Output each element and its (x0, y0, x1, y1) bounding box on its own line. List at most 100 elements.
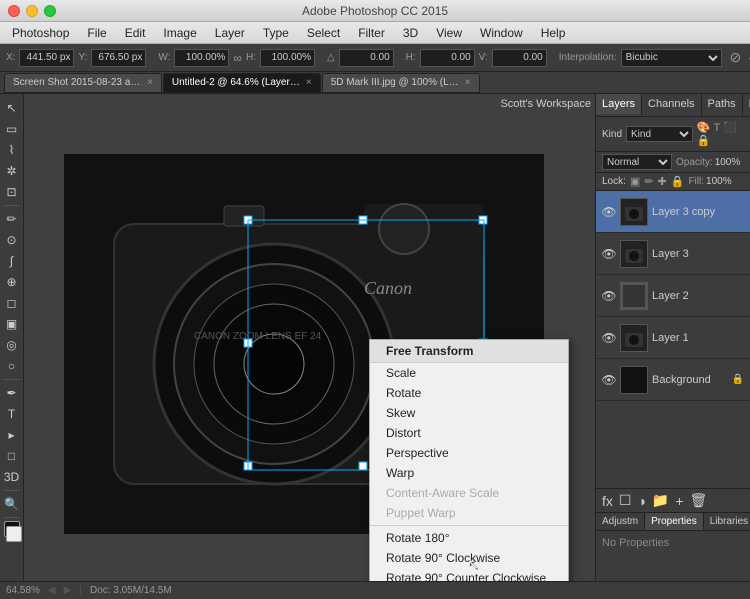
h-input[interactable] (260, 49, 315, 67)
tool-eyedropper[interactable]: ✏ (2, 209, 22, 229)
tool-background-color[interactable] (6, 526, 22, 542)
layer-fx-button[interactable]: fx (602, 493, 613, 509)
tab-layers[interactable]: Layers (596, 94, 642, 116)
menu-image[interactable]: Image (155, 24, 204, 42)
tab-untitled2[interactable]: Untitled-2 @ 64.6% (Layer 3 copy, RGB/8)… (163, 73, 321, 93)
tab-close[interactable]: × (306, 77, 312, 88)
layer-name-layer3: Layer 3 (652, 248, 744, 260)
menu-3d[interactable]: 3D (395, 24, 426, 42)
tool-blur[interactable]: ◎ (2, 335, 22, 355)
tool-shape[interactable]: □ (2, 446, 22, 466)
tool-dodge[interactable]: ○ (2, 356, 22, 376)
lock-move-icon[interactable]: ✚ (658, 175, 667, 188)
tool-move[interactable]: ↖ (2, 98, 22, 118)
ctx-perspective[interactable]: Perspective (370, 443, 568, 463)
tool-gradient[interactable]: ▣ (2, 314, 22, 334)
blend-mode-select[interactable]: Normal Multiply Screen (602, 154, 672, 170)
skewh-label: H: (406, 52, 416, 63)
layer-item-layer3[interactable]: 👁 Layer 3 (596, 233, 750, 275)
w-input[interactable] (174, 49, 229, 67)
tool-crop[interactable]: ⊡ (2, 182, 22, 202)
tool-magic-wand[interactable]: ✲ (2, 161, 22, 181)
menu-view[interactable]: View (428, 24, 470, 42)
menu-window[interactable]: Window (472, 24, 531, 42)
lock-transparent-icon[interactable]: ▣ (630, 175, 640, 188)
skewv-input[interactable] (492, 49, 547, 67)
menu-photoshop[interactable]: Photoshop (4, 24, 77, 42)
tab-channels[interactable]: Channels (642, 94, 701, 116)
tool-spot-heal[interactable]: ⊙ (2, 230, 22, 250)
ctx-rotate180[interactable]: Rotate 180° (370, 528, 568, 548)
interp-label: Interpolation: (559, 52, 617, 63)
zoom-step-back[interactable]: ◀ (48, 585, 56, 596)
ctx-skew[interactable]: Skew (370, 403, 568, 423)
menu-select[interactable]: Select (299, 24, 348, 42)
layer-mask-button[interactable]: ☐ (619, 492, 632, 509)
tab-label: Screen Shot 2015-08-23 at 3.17.09 PM.jpg… (13, 77, 143, 88)
panel-tabs: Layers Channels Paths History (596, 94, 750, 117)
layer-visibility-layer2[interactable]: 👁 (602, 289, 616, 303)
tool-zoom[interactable]: 🔍 (2, 494, 22, 514)
tab-close[interactable]: × (465, 77, 471, 88)
tab-libraries[interactable]: Libraries (704, 513, 750, 530)
menu-type[interactable]: Type (255, 24, 297, 42)
context-menu: Free Transform Scale Rotate Skew Distort… (369, 339, 569, 581)
rotation-input[interactable] (339, 49, 394, 67)
layer-adjustment-button[interactable]: ◑ (637, 493, 645, 509)
close-button[interactable] (8, 5, 20, 17)
tool-3d[interactable]: 3D (2, 467, 22, 487)
menu-layer[interactable]: Layer (207, 24, 253, 42)
layer-item-layer3copy[interactable]: 👁 Layer 3 copy (596, 191, 750, 233)
layer-visibility-layer3[interactable]: 👁 (602, 247, 616, 261)
tool-pen[interactable]: ✒ (2, 383, 22, 403)
tab-5dmark3[interactable]: 5D Mark III.jpg @ 100% (Layer 1, RGB/...… (322, 73, 480, 93)
menu-edit[interactable]: Edit (117, 24, 154, 42)
tab-paths[interactable]: Paths (702, 94, 743, 116)
properties-panel: Adjustm Properties Libraries Actions No … (596, 512, 750, 581)
y-input[interactable] (91, 49, 146, 67)
delete-layer-button[interactable]: 🗑 (690, 492, 708, 509)
tool-text[interactable]: T (2, 404, 22, 424)
interpolation-select[interactable]: Bicubic Bilinear Nearest Neighbor (621, 49, 722, 67)
tab-history[interactable]: History (743, 94, 750, 116)
skewh-input[interactable] (420, 49, 475, 67)
layer-visibility-background[interactable]: 👁 (602, 373, 616, 387)
tab-adjustments[interactable]: Adjustm (596, 513, 645, 530)
tool-select-rect[interactable]: ▭ (2, 119, 22, 139)
lock-all-icon[interactable]: 🔒 (671, 175, 685, 188)
tool-eraser[interactable]: ◻ (2, 293, 22, 313)
tool-brush[interactable]: ∫ (2, 251, 22, 271)
ctx-rotate90cw[interactable]: Rotate 90° Clockwise (370, 548, 568, 568)
ctx-scale[interactable]: Scale (370, 363, 568, 383)
layer-visibility-layer3copy[interactable]: 👁 (602, 205, 616, 219)
x-input[interactable] (19, 49, 74, 67)
tab-screenshot[interactable]: Screen Shot 2015-08-23 at 3.17.09 PM.jpg… (4, 73, 162, 93)
cancel-transform-icon[interactable]: ⊘ (730, 49, 742, 66)
layer-item-layer1[interactable]: 👁 Layer 1 (596, 317, 750, 359)
tab-close[interactable]: × (147, 77, 153, 88)
tool-lasso[interactable]: ⌇ (2, 140, 22, 160)
layer-item-layer2[interactable]: 👁 Layer 2 (596, 275, 750, 317)
menu-filter[interactable]: Filter (350, 24, 393, 42)
opacity-value: 100% (715, 157, 741, 168)
maximize-button[interactable] (44, 5, 56, 17)
zoom-step-forward[interactable]: ▶ (64, 585, 72, 596)
ctx-rotate90ccw[interactable]: Rotate 90° Counter Clockwise (370, 568, 568, 581)
new-layer-button[interactable]: + (675, 493, 683, 509)
kind-select[interactable]: Kind (626, 126, 693, 142)
lock-paint-icon[interactable]: ✏ (644, 175, 653, 188)
tool-clone[interactable]: ⊕ (2, 272, 22, 292)
tool-path-select[interactable]: ▸ (2, 425, 22, 445)
menu-file[interactable]: File (79, 24, 114, 42)
layer-visibility-layer1[interactable]: 👁 (602, 331, 616, 345)
menu-help[interactable]: Help (533, 24, 574, 42)
tab-properties[interactable]: Properties (645, 513, 704, 530)
layer-group-button[interactable]: 📁 (652, 492, 669, 509)
minimize-button[interactable] (26, 5, 38, 17)
ctx-warp[interactable]: Warp (370, 463, 568, 483)
canvas-area[interactable]: CANON ZOOM LENS EF 24 Canon (24, 94, 595, 581)
ctx-distort[interactable]: Distort (370, 423, 568, 443)
ctx-rotate[interactable]: Rotate (370, 383, 568, 403)
window-controls[interactable] (8, 5, 56, 17)
layer-item-background[interactable]: 👁 Background 🔒 (596, 359, 750, 401)
